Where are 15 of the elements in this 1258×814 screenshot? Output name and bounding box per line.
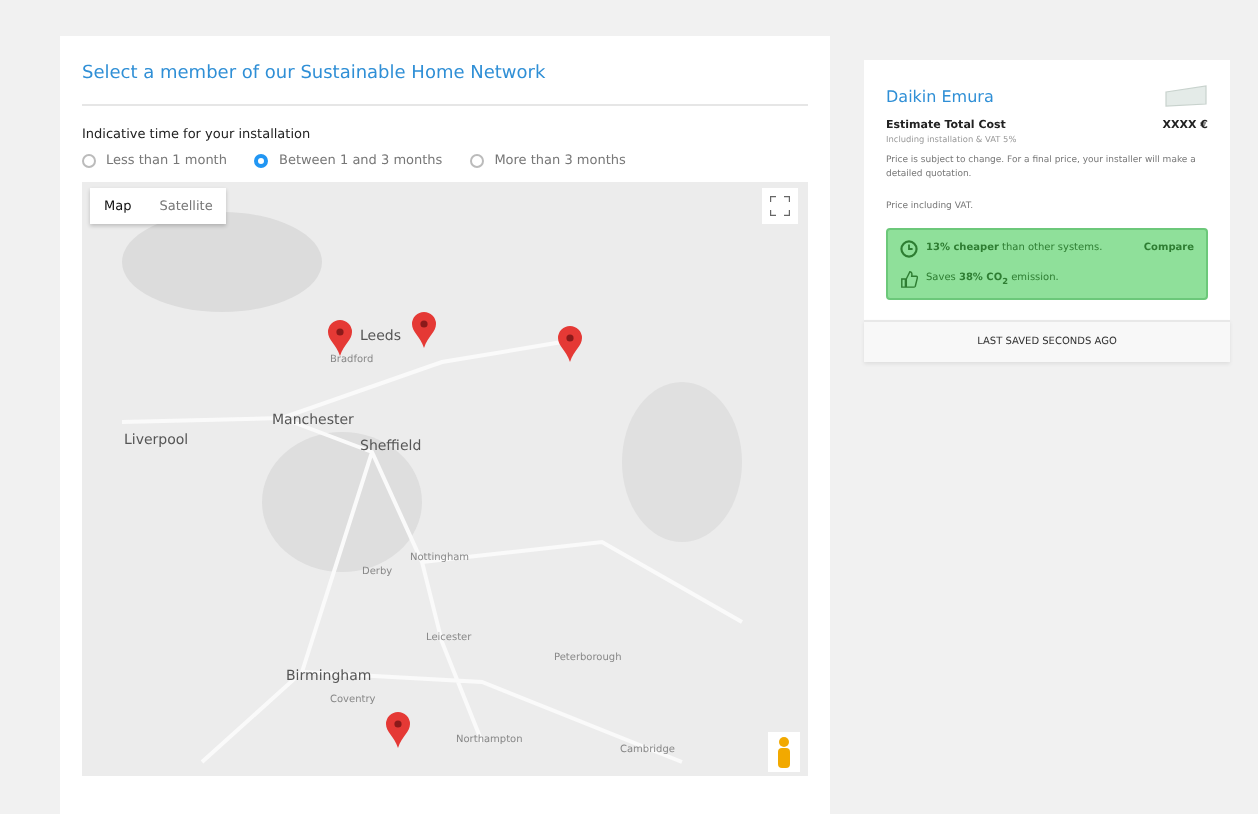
person-icon [776,736,792,768]
map-pin-icon[interactable] [558,326,582,362]
map-pin-icon[interactable] [412,312,436,348]
map-pin-icon[interactable] [386,712,410,748]
clock-icon [900,239,918,258]
radio-icon[interactable] [254,153,269,167]
map-pin-icon[interactable] [328,320,352,356]
fullscreen-button[interactable] [762,188,798,224]
radio-icon[interactable] [82,153,96,167]
fullscreen-icon [770,196,790,216]
product-name: Daikin Emura [886,87,994,105]
thumbs-up-icon [900,269,918,288]
card-title: Select a member of our Sustainable Home Network [82,64,548,84]
radio-icon[interactable] [470,153,485,167]
air-conditioner-icon [1164,84,1208,108]
